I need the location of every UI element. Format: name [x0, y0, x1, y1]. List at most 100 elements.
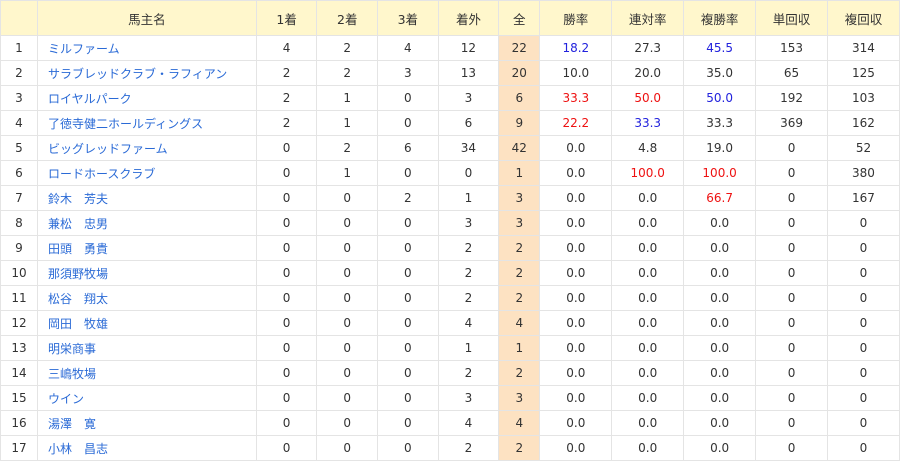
owner-name-link[interactable]: 岡田 牧雄 [48, 317, 108, 331]
second-count: 0 [316, 260, 379, 286]
owner-name-link[interactable]: 三嶋牧場 [48, 367, 96, 381]
total-count: 3 [498, 385, 541, 411]
header-win-rate[interactable]: 勝率 [539, 0, 613, 36]
table-row: 14 三嶋牧場 0 0 0 2 2 0.0 0.0 0.0 0 0 [0, 360, 900, 386]
owner-name-link[interactable]: 小林 昌志 [48, 442, 108, 456]
second-count: 0 [316, 360, 379, 386]
row-number: 13 [0, 335, 38, 361]
row-number: 12 [0, 310, 38, 336]
row-number: 8 [0, 210, 38, 236]
header-second[interactable]: 2着 [316, 0, 379, 36]
total-count: 2 [498, 435, 541, 461]
owner-name-link[interactable]: ビッグレッドファーム [48, 142, 168, 156]
owner-name-link[interactable]: ロイヤルパーク [48, 92, 132, 106]
win-return: 0 [755, 435, 828, 461]
place-rate: 0.0 [683, 335, 757, 361]
row-number: 2 [0, 60, 38, 86]
out-count: 12 [437, 35, 500, 61]
first-count: 0 [255, 260, 318, 286]
second-count: 1 [316, 160, 379, 186]
table-row: 4 了徳寺健二ホールディングス 2 1 0 6 9 22.2 33.3 33.3 369 162 [0, 110, 900, 136]
header-place-return[interactable]: 複回収 [826, 0, 900, 36]
out-count: 1 [437, 335, 500, 361]
win-return: 0 [755, 185, 828, 211]
place-return: 125 [826, 60, 900, 86]
quinella-rate: 33.3 [611, 110, 685, 136]
third-count: 0 [377, 160, 439, 186]
quinella-rate: 0.0 [611, 185, 685, 211]
third-count: 0 [377, 85, 439, 111]
place-return: 314 [826, 35, 900, 61]
header-third[interactable]: 3着 [377, 0, 439, 36]
third-count: 0 [377, 110, 439, 136]
out-count: 2 [437, 435, 500, 461]
owner-name-link[interactable]: 田頭 勇貴 [48, 242, 108, 256]
second-count: 2 [316, 35, 379, 61]
quinella-rate: 0.0 [611, 310, 685, 336]
place-rate: 45.5 [683, 35, 757, 61]
out-count: 4 [437, 310, 500, 336]
header-all[interactable]: 全 [498, 0, 541, 36]
owner-name-link[interactable]: ミルファーム [48, 42, 120, 56]
owner-name-link[interactable]: 那須野牧場 [48, 267, 108, 281]
total-count: 6 [498, 85, 541, 111]
owner-name-link[interactable]: 明栄商事 [48, 342, 96, 356]
place-return: 0 [826, 260, 900, 286]
second-count: 0 [316, 235, 379, 261]
win-return: 369 [755, 110, 828, 136]
row-number: 4 [0, 110, 38, 136]
row-number: 15 [0, 385, 38, 411]
owner-name-link[interactable]: サラブレッドクラブ・ラフィアン [48, 67, 227, 81]
win-return: 0 [755, 360, 828, 386]
owner-name-link[interactable]: ロードホースクラブ [48, 167, 155, 181]
owner-name-cell: 兼松 忠男 [36, 210, 257, 236]
first-count: 2 [255, 60, 318, 86]
second-count: 1 [316, 110, 379, 136]
total-count: 22 [498, 35, 541, 61]
owner-name-link[interactable]: 鈴木 芳夫 [48, 192, 108, 206]
header-row: 馬主名 1着 2着 3着 着外 全 勝率 連対率 複勝率 単回収 複回収 [0, 0, 900, 36]
table-row: 15 ウイン 0 0 0 3 3 0.0 0.0 0.0 0 0 [0, 385, 900, 411]
total-count: 3 [498, 210, 541, 236]
owner-name-cell: 了徳寺健二ホールディングス [36, 110, 257, 136]
first-count: 4 [255, 35, 318, 61]
total-count: 9 [498, 110, 541, 136]
second-count: 0 [316, 210, 379, 236]
out-count: 0 [437, 160, 500, 186]
owner-name-link[interactable]: 松谷 翔太 [48, 292, 108, 306]
header-owner-name[interactable]: 馬主名 [36, 0, 257, 36]
header-win-return[interactable]: 単回収 [755, 0, 828, 36]
win-return: 153 [755, 35, 828, 61]
first-count: 0 [255, 310, 318, 336]
out-count: 6 [437, 110, 500, 136]
owner-name-link[interactable]: 了徳寺健二ホールディングス [48, 117, 203, 131]
win-return: 192 [755, 85, 828, 111]
place-rate: 19.0 [683, 135, 757, 161]
place-rate: 0.0 [683, 385, 757, 411]
table-row: 9 田頭 勇貴 0 0 0 2 2 0.0 0.0 0.0 0 0 [0, 235, 900, 261]
owner-name-cell: ロイヤルパーク [36, 85, 257, 111]
place-return: 162 [826, 110, 900, 136]
out-count: 2 [437, 285, 500, 311]
header-quinella-rate[interactable]: 連対率 [611, 0, 685, 36]
total-count: 2 [498, 360, 541, 386]
owner-name-link[interactable]: 兼松 忠男 [48, 217, 108, 231]
header-first[interactable]: 1着 [255, 0, 318, 36]
first-count: 0 [255, 135, 318, 161]
place-return: 0 [826, 360, 900, 386]
win-rate: 0.0 [539, 335, 613, 361]
first-count: 0 [255, 185, 318, 211]
win-rate: 0.0 [539, 260, 613, 286]
out-count: 2 [437, 360, 500, 386]
owner-name-cell: 小林 昌志 [36, 435, 257, 461]
owner-name-link[interactable]: ウイン [48, 392, 84, 406]
place-rate: 35.0 [683, 60, 757, 86]
header-place-rate[interactable]: 複勝率 [683, 0, 757, 36]
win-return: 0 [755, 410, 828, 436]
header-out[interactable]: 着外 [437, 0, 500, 36]
row-number: 5 [0, 135, 38, 161]
total-count: 20 [498, 60, 541, 86]
first-count: 0 [255, 235, 318, 261]
owner-name-link[interactable]: 湯澤 寛 [48, 417, 96, 431]
place-rate: 0.0 [683, 435, 757, 461]
